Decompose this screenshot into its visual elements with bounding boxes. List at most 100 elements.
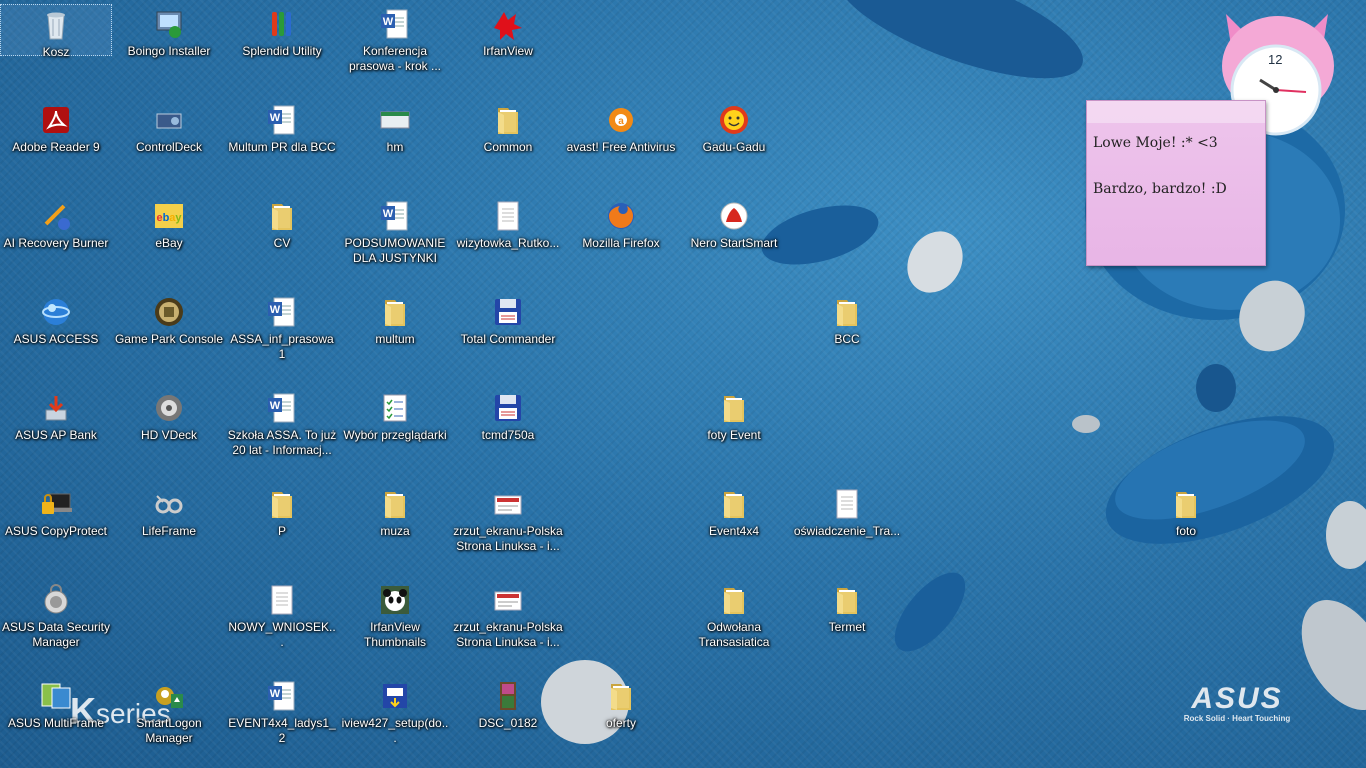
data-security-icon — [40, 584, 72, 616]
folder-icon — [379, 296, 411, 328]
desktop-icon[interactable]: a avast! Free Antivirus — [565, 100, 677, 155]
desktop-icon[interactable]: wizytowka_Rutko... — [452, 196, 564, 251]
folder-icon — [831, 296, 863, 328]
svg-text:ebay: ebay — [156, 212, 182, 224]
desktop-icon-label: wizytowka_Rutko... — [456, 236, 560, 250]
desktop-icon[interactable]: Gadu-Gadu — [678, 100, 790, 155]
desktop-icon-label: eBay — [155, 236, 183, 250]
desktop-icon[interactable]: Event4x4 — [678, 484, 790, 539]
desktop-icon-label: zrzut_ekranu-Polska Strona Linuksa - i..… — [453, 524, 563, 553]
svg-text:W: W — [383, 16, 394, 28]
desktop-icon[interactable]: NOWY_WNIOSEK... — [226, 580, 338, 650]
desktop-icon[interactable]: W EVENT4x4_ladys1_2 — [226, 676, 338, 746]
desktop-icon[interactable]: Adobe Reader 9 — [0, 100, 112, 155]
desktop-icon[interactable]: IrfanView — [452, 4, 564, 59]
asus-access-icon — [40, 296, 72, 328]
desktop-icon[interactable]: zrzut_ekranu-Polska Strona Linuksa - i..… — [452, 484, 564, 554]
desktop-icon[interactable]: Wybór przeglądarki — [339, 388, 451, 443]
desktop-icon[interactable]: Boingo Installer — [113, 4, 225, 59]
desktop-icon-label: NOWY_WNIOSEK... — [228, 620, 336, 649]
panda-icon — [379, 584, 411, 616]
ap-bank-icon — [40, 392, 72, 424]
desktop-icon[interactable]: oferty — [565, 676, 677, 731]
desktop-icon[interactable]: ASUS CopyProtect — [0, 484, 112, 539]
desktop-icon[interactable]: AI Recovery Burner — [0, 196, 112, 251]
asus-wordmark: ASUS — [1191, 682, 1283, 715]
desktop-icon[interactable]: iview427_setup(do... — [339, 676, 451, 746]
desktop-icon-label: LifeFrame — [141, 524, 197, 538]
clock-hour-mark: 12 — [1268, 52, 1283, 67]
desktop-icon[interactable]: Splendid Utility — [226, 4, 338, 59]
desktop-icon[interactable]: foto — [1130, 484, 1242, 539]
desktop-icon[interactable]: ControlDeck — [113, 100, 225, 155]
desktop-icon[interactable]: BCC — [791, 292, 903, 347]
photo-icon — [492, 680, 524, 712]
folder-icon — [718, 488, 750, 520]
avast-icon: a — [605, 104, 637, 136]
desktop-icon[interactable]: Nero StartSmart — [678, 196, 790, 251]
desktop-icon-label: ASUS MultiFrame — [7, 716, 105, 730]
desktop-icon[interactable]: W PODSUMOWANIE DLA JUSTYNKI — [339, 196, 451, 266]
desktop-icon-label: ASSA_inf_prasowa1 — [230, 332, 334, 361]
desktop-icon[interactable]: ASUS ACCESS — [0, 292, 112, 347]
text-file-icon — [831, 488, 863, 520]
game-park-icon — [153, 296, 185, 328]
desktop-icon-label: Wybór przeglądarki — [343, 428, 447, 442]
svg-text:W: W — [270, 400, 281, 412]
smartlogon-icon — [153, 680, 185, 712]
desktop-icon-label: AI Recovery Burner — [3, 236, 109, 250]
word-document-icon: W — [266, 392, 298, 424]
desktop-icon-label: ASUS Data Security Manager — [1, 620, 111, 649]
desktop-icon[interactable]: Common — [452, 100, 564, 155]
desktop-icon[interactable]: LifeFrame — [113, 484, 225, 539]
desktop-icon[interactable]: Odwołana Transasiatica — [678, 580, 790, 650]
desktop-icon-label: Common — [483, 140, 533, 154]
desktop-icon[interactable]: ASUS AP Bank — [0, 388, 112, 443]
desktop-icon[interactable]: Kosz — [0, 4, 112, 59]
desktop-icon[interactable]: hm — [339, 100, 451, 155]
desktop-icon-label: avast! Free Antivirus — [566, 140, 676, 154]
desktop-icon[interactable]: W Szkoła ASSA. To już 20 lat - Informacj.… — [226, 388, 338, 458]
desktop-icon-label: Termet — [828, 620, 866, 634]
desktop-icon[interactable]: W Konferencja prasowa - krok ... — [339, 4, 451, 74]
sticky-note-line-2[interactable]: Bardzo, bardzo! :D — [1093, 181, 1259, 197]
desktop-icon-label: tcmd750a — [481, 428, 535, 442]
sticky-note-header[interactable] — [1087, 101, 1265, 123]
desktop-icon[interactable]: ebay eBay — [113, 196, 225, 251]
irfanview-icon — [492, 8, 524, 40]
desktop-icon[interactable]: oświadczenie_Tra... — [791, 484, 903, 539]
desktop-icon[interactable]: multum — [339, 292, 451, 347]
desktop-icon[interactable]: tcmd750a — [452, 388, 564, 443]
desktop-icon[interactable]: HD VDeck — [113, 388, 225, 443]
multiframe-icon — [40, 680, 72, 712]
folder-icon — [379, 488, 411, 520]
desktop-icon-label: BCC — [834, 332, 860, 346]
desktop-icon[interactable]: muza — [339, 484, 451, 539]
desktop-icon-label: multum — [375, 332, 415, 346]
desktop-icon[interactable]: DSC_0182 — [452, 676, 564, 731]
desktop-icon-label: ASUS CopyProtect — [4, 524, 108, 538]
desktop-icon-label: oświadczenie_Tra... — [793, 524, 901, 538]
svg-text:W: W — [270, 688, 281, 700]
desktop-icon-label: IrfanView Thumbnails — [363, 620, 427, 649]
desktop-icon[interactable]: CV — [226, 196, 338, 251]
desktop-icon[interactable]: foty Event — [678, 388, 790, 443]
desktop-icon[interactable]: Mozilla Firefox — [565, 196, 677, 251]
desktop-icon[interactable]: W Multum PR dla BCC — [226, 100, 338, 155]
svg-text:W: W — [270, 112, 281, 124]
desktop-icon-label: iview427_setup(do... — [341, 716, 449, 745]
splendid-utility-icon — [266, 8, 298, 40]
desktop-icon[interactable]: IrfanView Thumbnails — [339, 580, 451, 650]
desktop-icon[interactable]: Termet — [791, 580, 903, 635]
desktop-icon[interactable]: zrzut_ekranu-Polska Strona Linuksa - i..… — [452, 580, 564, 650]
desktop-icon[interactable]: P — [226, 484, 338, 539]
sticky-note-line-1[interactable]: Lowe Moje! :* <3 — [1093, 135, 1259, 151]
desktop-icon[interactable]: ASUS MultiFrame — [0, 676, 112, 731]
desktop-icon[interactable]: W ASSA_inf_prasowa1 — [226, 292, 338, 362]
desktop-icon[interactable]: ASUS Data Security Manager — [0, 580, 112, 650]
desktop-icon[interactable]: Total Commander — [452, 292, 564, 347]
desktop-icon[interactable]: SmartLogon Manager — [113, 676, 225, 746]
sticky-note[interactable]: Lowe Moje! :* <3 Bardzo, bardzo! :D — [1086, 100, 1266, 266]
desktop-icon-label: Boingo Installer — [127, 44, 211, 58]
desktop-icon[interactable]: Game Park Console — [113, 292, 225, 347]
